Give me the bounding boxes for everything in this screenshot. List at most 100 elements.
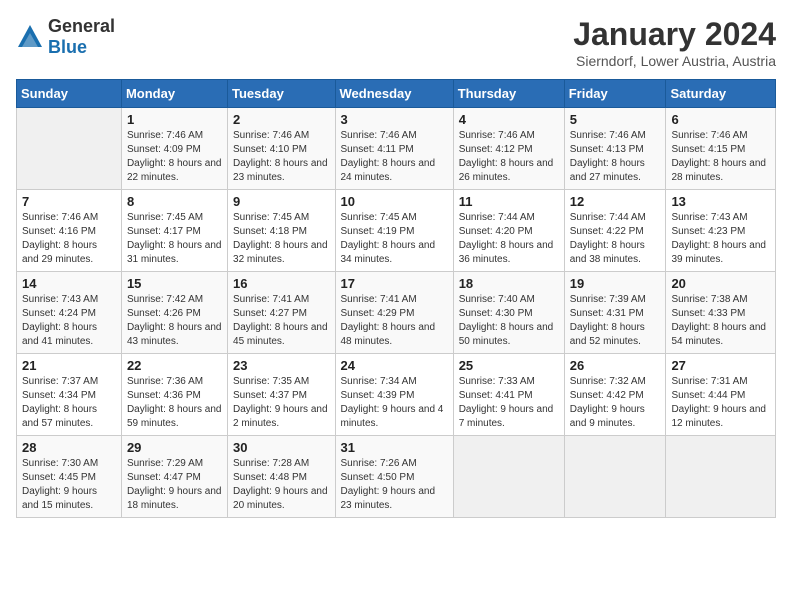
day-info: Sunrise: 7:45 AMSunset: 4:17 PMDaylight:… [127, 211, 222, 267]
calendar-day-cell: 21Sunrise: 7:37 AMSunset: 4:34 PMDayligh… [17, 354, 122, 436]
day-info: Sunrise: 7:34 AMSunset: 4:39 PMDaylight:… [341, 375, 448, 431]
calendar-day-cell: 19 Sunrise: 7:39 AMSunset: 4:31 PMDayligh… [564, 272, 666, 354]
calendar-day-cell: 31Sunrise: 7:26 AMSunset: 4:50 PMDayligh… [335, 436, 453, 518]
calendar-day-cell: 5Sunrise: 7:46 AMSunset: 4:13 PMDaylight… [564, 108, 666, 190]
weekday-header-cell: Friday [564, 80, 666, 108]
day-number: 1 [127, 112, 222, 127]
day-info: Sunrise: 7:46 AMSunset: 4:09 PMDaylight:… [127, 129, 222, 185]
day-number: 5 [570, 112, 661, 127]
day-info: Sunrise: 7:46 AMSunset: 4:12 PMDaylight:… [459, 129, 559, 185]
title-block: January 2024 Sierndorf, Lower Austria, A… [573, 16, 776, 69]
calendar-day-cell: 9 Sunrise: 7:45 AMSunset: 4:18 PMDaylight… [228, 190, 335, 272]
day-number: 4 [459, 112, 559, 127]
calendar-day-cell: 3 Sunrise: 7:46 AMSunset: 4:11 PMDaylight… [335, 108, 453, 190]
weekday-header-cell: Monday [121, 80, 227, 108]
calendar-day-cell: 29 Sunrise: 7:29 AMSunset: 4:47 PMDayligh… [121, 436, 227, 518]
day-number: 26 [570, 358, 661, 373]
day-info: Sunrise: 7:38 AMSunset: 4:33 PMDaylight:… [671, 293, 770, 349]
page-header: General Blue January 2024 Sierndorf, Low… [16, 16, 776, 69]
month-title: January 2024 [573, 16, 776, 53]
day-number: 11 [459, 194, 559, 209]
day-info: Sunrise: 7:31 AMSunset: 4:44 PMDaylight:… [671, 375, 770, 431]
logo-icon [16, 23, 44, 51]
calendar-day-cell: 25 Sunrise: 7:33 AMSunset: 4:41 PMDayligh… [453, 354, 564, 436]
calendar-day-cell: 12Sunrise: 7:44 AMSunset: 4:22 PMDayligh… [564, 190, 666, 272]
day-info: Sunrise: 7:43 AMSunset: 4:23 PMDaylight:… [671, 211, 770, 267]
day-info: Sunrise: 7:39 AMSunset: 4:31 PMDaylight:… [570, 293, 661, 349]
calendar-day-cell: 28Sunrise: 7:30 AMSunset: 4:45 PMDayligh… [17, 436, 122, 518]
weekday-header-cell: Saturday [666, 80, 776, 108]
day-info: Sunrise: 7:32 AMSunset: 4:42 PMDaylight:… [570, 375, 661, 431]
day-info: Sunrise: 7:46 AMSunset: 4:10 PMDaylight:… [233, 129, 329, 185]
calendar-day-cell: 20 Sunrise: 7:38 AMSunset: 4:33 PMDayligh… [666, 272, 776, 354]
day-number: 22 [127, 358, 222, 373]
day-info: Sunrise: 7:46 AMSunset: 4:11 PMDaylight:… [341, 129, 448, 185]
calendar-week-row: 1 Sunrise: 7:46 AMSunset: 4:09 PMDaylight… [17, 108, 776, 190]
day-number: 14 [22, 276, 116, 291]
day-number: 9 [233, 194, 329, 209]
calendar-day-cell: 7 Sunrise: 7:46 AMSunset: 4:16 PMDaylight… [17, 190, 122, 272]
weekday-header-cell: Wednesday [335, 80, 453, 108]
day-info: Sunrise: 7:41 AMSunset: 4:27 PMDaylight:… [233, 293, 329, 349]
day-info: Sunrise: 7:28 AMSunset: 4:48 PMDaylight:… [233, 457, 329, 513]
calendar-day-cell: 14 Sunrise: 7:43 AMSunset: 4:24 PMDayligh… [17, 272, 122, 354]
calendar-day-cell [453, 436, 564, 518]
day-number: 18 [459, 276, 559, 291]
day-number: 31 [341, 440, 448, 455]
day-info: Sunrise: 7:29 AMSunset: 4:47 PMDaylight:… [127, 457, 222, 513]
day-number: 23 [233, 358, 329, 373]
day-number: 27 [671, 358, 770, 373]
day-number: 20 [671, 276, 770, 291]
calendar-table: SundayMondayTuesdayWednesdayThursdayFrid… [16, 79, 776, 518]
calendar-day-cell: 2 Sunrise: 7:46 AMSunset: 4:10 PMDaylight… [228, 108, 335, 190]
calendar-day-cell: 13 Sunrise: 7:43 AMSunset: 4:23 PMDayligh… [666, 190, 776, 272]
calendar-week-row: 14 Sunrise: 7:43 AMSunset: 4:24 PMDayligh… [17, 272, 776, 354]
day-number: 29 [127, 440, 222, 455]
day-info: Sunrise: 7:36 AMSunset: 4:36 PMDaylight:… [127, 375, 222, 431]
day-number: 7 [22, 194, 116, 209]
calendar-day-cell: 8 Sunrise: 7:45 AMSunset: 4:17 PMDaylight… [121, 190, 227, 272]
day-number: 30 [233, 440, 329, 455]
calendar-day-cell: 18 Sunrise: 7:40 AMSunset: 4:30 PMDayligh… [453, 272, 564, 354]
calendar-day-cell: 1 Sunrise: 7:46 AMSunset: 4:09 PMDaylight… [121, 108, 227, 190]
day-info: Sunrise: 7:42 AMSunset: 4:26 PMDaylight:… [127, 293, 222, 349]
day-number: 28 [22, 440, 116, 455]
logo-blue: Blue [48, 37, 87, 57]
day-info: Sunrise: 7:45 AMSunset: 4:18 PMDaylight:… [233, 211, 329, 267]
day-number: 13 [671, 194, 770, 209]
calendar-day-cell: 30 Sunrise: 7:28 AMSunset: 4:48 PMDayligh… [228, 436, 335, 518]
calendar-week-row: 7 Sunrise: 7:46 AMSunset: 4:16 PMDaylight… [17, 190, 776, 272]
day-info: Sunrise: 7:45 AMSunset: 4:19 PMDaylight:… [341, 211, 448, 267]
calendar-day-cell [666, 436, 776, 518]
calendar-day-cell: 11 Sunrise: 7:44 AMSunset: 4:20 PMDayligh… [453, 190, 564, 272]
calendar-body: 1 Sunrise: 7:46 AMSunset: 4:09 PMDaylight… [17, 108, 776, 518]
day-info: Sunrise: 7:40 AMSunset: 4:30 PMDaylight:… [459, 293, 559, 349]
day-number: 3 [341, 112, 448, 127]
day-number: 17 [341, 276, 448, 291]
weekday-header-cell: Thursday [453, 80, 564, 108]
day-number: 12 [570, 194, 661, 209]
day-info: Sunrise: 7:43 AMSunset: 4:24 PMDaylight:… [22, 293, 116, 349]
calendar-day-cell: 16 Sunrise: 7:41 AMSunset: 4:27 PMDayligh… [228, 272, 335, 354]
calendar-day-cell: 15 Sunrise: 7:42 AMSunset: 4:26 PMDayligh… [121, 272, 227, 354]
day-number: 16 [233, 276, 329, 291]
day-number: 6 [671, 112, 770, 127]
calendar-day-cell: 23 Sunrise: 7:35 AMSunset: 4:37 PMDayligh… [228, 354, 335, 436]
calendar-day-cell: 17 Sunrise: 7:41 AMSunset: 4:29 PMDayligh… [335, 272, 453, 354]
day-info: Sunrise: 7:33 AMSunset: 4:41 PMDaylight:… [459, 375, 559, 431]
logo: General Blue [16, 16, 115, 58]
day-number: 25 [459, 358, 559, 373]
calendar-week-row: 28Sunrise: 7:30 AMSunset: 4:45 PMDayligh… [17, 436, 776, 518]
day-info: Sunrise: 7:44 AMSunset: 4:20 PMDaylight:… [459, 211, 559, 267]
day-number: 24 [341, 358, 448, 373]
day-info: Sunrise: 7:35 AMSunset: 4:37 PMDaylight:… [233, 375, 329, 431]
day-info: Sunrise: 7:41 AMSunset: 4:29 PMDaylight:… [341, 293, 448, 349]
day-number: 15 [127, 276, 222, 291]
weekday-header-row: SundayMondayTuesdayWednesdayThursdayFrid… [17, 80, 776, 108]
day-info: Sunrise: 7:46 AMSunset: 4:16 PMDaylight:… [22, 211, 116, 267]
calendar-day-cell: 24 Sunrise: 7:34 AMSunset: 4:39 PMDayligh… [335, 354, 453, 436]
day-number: 2 [233, 112, 329, 127]
day-number: 19 [570, 276, 661, 291]
day-number: 8 [127, 194, 222, 209]
calendar-day-cell: 4 Sunrise: 7:46 AMSunset: 4:12 PMDaylight… [453, 108, 564, 190]
